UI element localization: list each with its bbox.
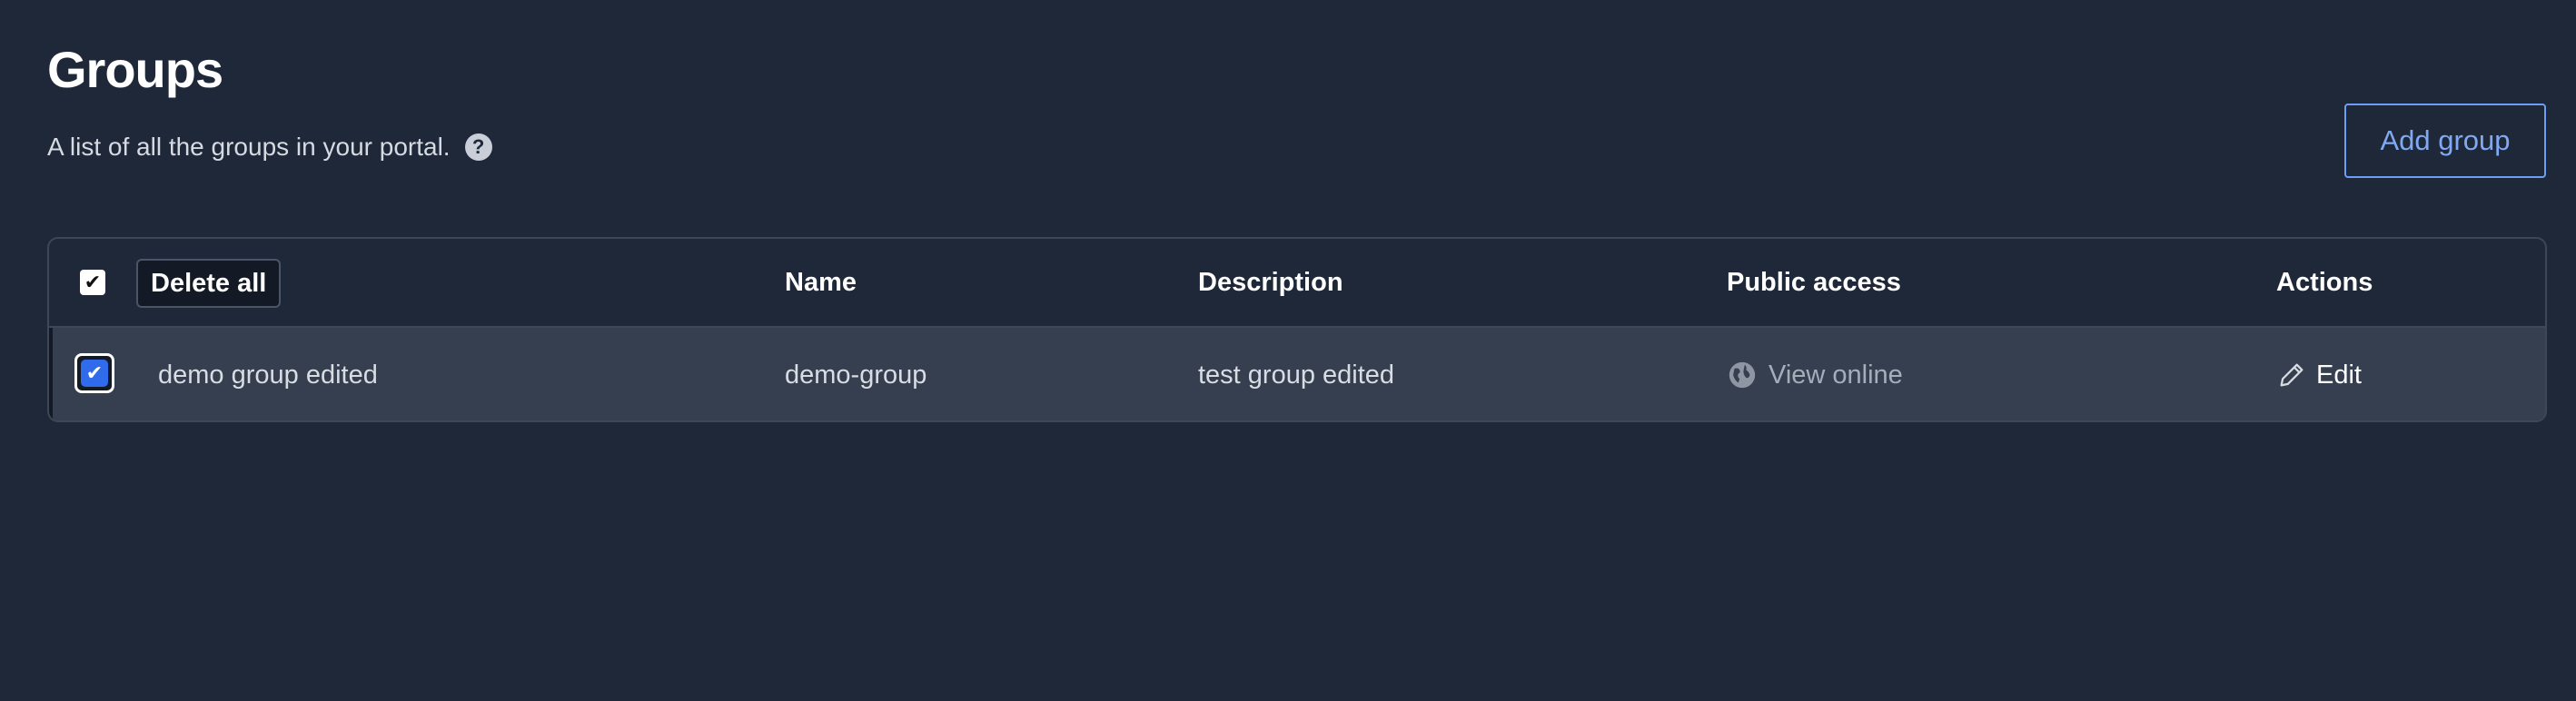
- page-title: Groups: [47, 41, 223, 98]
- edit-label: Edit: [2316, 360, 2362, 390]
- table-header: ✔ Delete all Name Description Public acc…: [49, 239, 2545, 328]
- pencil-icon: [2280, 363, 2304, 387]
- globe-icon: [1729, 361, 1756, 389]
- check-icon: ✔: [84, 271, 102, 293]
- select-all-checkbox[interactable]: ✔: [80, 270, 105, 295]
- groups-table: ✔ Delete all Name Description Public acc…: [47, 237, 2547, 422]
- column-header-actions: Actions: [2276, 267, 2373, 297]
- row-checkbox[interactable]: ✔: [74, 353, 114, 393]
- group-name: demo-group: [785, 360, 927, 390]
- check-icon: ✔: [81, 360, 108, 387]
- column-header-public-access[interactable]: Public access: [1727, 239, 1901, 326]
- actions-cell: Edit: [2276, 328, 2362, 420]
- view-online-link[interactable]: View online: [1727, 360, 1903, 390]
- group-title: demo group edited: [158, 360, 378, 390]
- question-circle-icon[interactable]: ?: [464, 133, 492, 161]
- add-group-button[interactable]: Add group: [2344, 104, 2546, 178]
- column-header-name[interactable]: Name: [785, 239, 857, 326]
- subtitle-text: A list of all the groups in your portal.: [47, 133, 451, 161]
- group-description: test group edited: [1198, 360, 1395, 390]
- page-subtitle: A list of all the groups in your portal.…: [47, 133, 492, 162]
- public-access-cell: View online: [1727, 328, 1903, 420]
- delete-all-button[interactable]: Delete all: [136, 259, 282, 308]
- column-header-description[interactable]: Description: [1198, 239, 1343, 326]
- table-row[interactable]: ✔ demo group edited demo-group test grou…: [49, 328, 2545, 420]
- groups-page: Groups A list of all the groups in your …: [0, 0, 2576, 701]
- view-online-label: View online: [1769, 360, 1903, 390]
- edit-button[interactable]: Edit: [2276, 360, 2362, 390]
